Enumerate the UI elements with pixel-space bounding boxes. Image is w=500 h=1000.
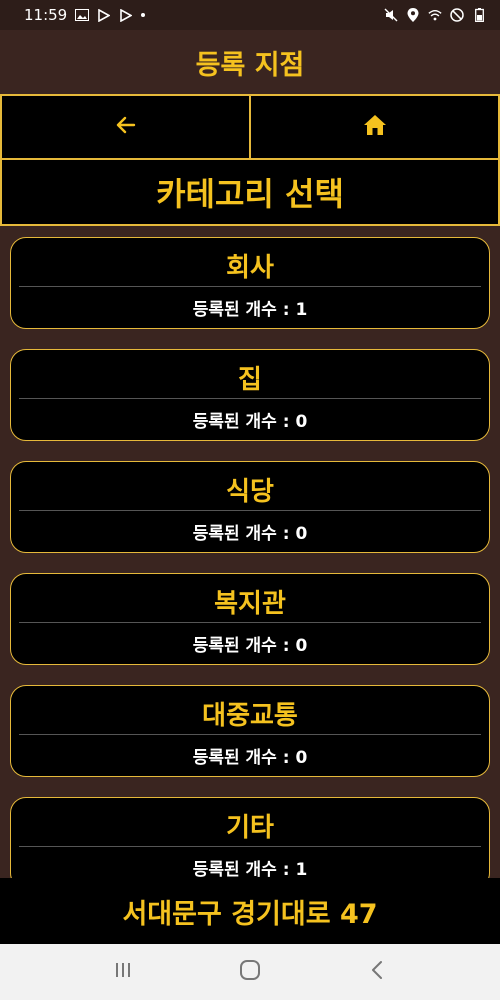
back-button[interactable]	[0, 94, 251, 160]
mute-icon	[384, 8, 398, 22]
system-back-button[interactable]	[362, 957, 392, 987]
category-name: 복지관	[214, 588, 286, 619]
card-divider	[19, 622, 481, 623]
app-header: 등록 지점	[0, 30, 500, 94]
current-address: 서대문구 경기대로 47	[122, 898, 378, 930]
play-store-icon-2	[119, 8, 133, 22]
card-divider	[19, 846, 481, 847]
card-divider	[19, 398, 481, 399]
card-divider	[19, 734, 481, 735]
nav-row	[0, 94, 500, 160]
home-icon	[363, 114, 387, 140]
circle-home-icon	[239, 959, 261, 985]
recent-apps-icon	[113, 961, 133, 983]
status-right	[384, 8, 486, 22]
card-divider	[19, 286, 481, 287]
category-count: 등록된 개수 : 1	[192, 299, 308, 320]
status-time: 11:59	[24, 6, 68, 24]
category-card-public-transport[interactable]: 대중교통 등록된 개수 : 0	[10, 685, 490, 777]
category-card-welfare-center[interactable]: 복지관 등록된 개수 : 0	[10, 573, 490, 665]
wifi-icon	[428, 8, 442, 22]
category-list[interactable]: 회사 등록된 개수 : 1 집 등록된 개수 : 0 식당 등록된 개수 : 0…	[0, 226, 500, 878]
do-not-disturb-icon	[450, 8, 464, 22]
category-card-other[interactable]: 기타 등록된 개수 : 1	[10, 797, 490, 878]
section-title: 카테고리 선택	[156, 175, 344, 213]
arrow-left-icon	[115, 114, 137, 140]
category-count: 등록된 개수 : 0	[192, 523, 308, 544]
page-title: 등록 지점	[195, 49, 305, 81]
location-icon	[406, 8, 420, 22]
battery-icon	[472, 8, 486, 22]
current-address-bar: 서대문구 경기대로 47	[0, 878, 500, 944]
category-name: 집	[238, 364, 262, 395]
category-count: 등록된 개수 : 0	[192, 635, 308, 656]
category-count: 등록된 개수 : 1	[192, 859, 308, 879]
notification-dot-icon	[141, 13, 146, 17]
category-name: 대중교통	[202, 700, 298, 731]
category-name: 회사	[226, 252, 274, 283]
category-card-home[interactable]: 집 등록된 개수 : 0	[10, 349, 490, 441]
category-name: 기타	[226, 812, 274, 843]
category-count: 등록된 개수 : 0	[192, 411, 308, 432]
status-left: 11:59	[24, 6, 146, 24]
category-card-company[interactable]: 회사 등록된 개수 : 1	[10, 237, 490, 329]
card-divider	[19, 510, 481, 511]
recent-apps-button[interactable]	[108, 957, 138, 987]
category-card-restaurant[interactable]: 식당 등록된 개수 : 0	[10, 461, 490, 553]
chevron-left-icon	[370, 960, 384, 984]
home-button[interactable]	[251, 94, 500, 160]
system-home-button[interactable]	[235, 957, 265, 987]
system-navigation-bar	[0, 944, 500, 1000]
category-name: 식당	[226, 476, 274, 507]
category-select-heading: 카테고리 선택	[0, 160, 500, 226]
category-count: 등록된 개수 : 0	[192, 747, 308, 768]
play-store-icon	[97, 8, 111, 22]
image-icon	[75, 8, 90, 22]
status-bar: 11:59	[0, 0, 500, 30]
